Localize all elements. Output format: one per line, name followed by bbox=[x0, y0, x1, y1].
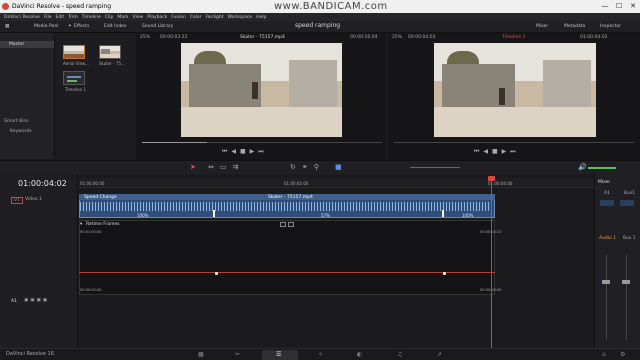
timeline-timecode[interactable]: 01:00:04:02 bbox=[18, 179, 67, 188]
inspector-button[interactable]: Inspector bbox=[600, 24, 621, 29]
media-pool-icon[interactable]: ▦ bbox=[5, 24, 9, 29]
resolve-logo-icon bbox=[2, 3, 9, 10]
speed-point-1[interactable] bbox=[213, 210, 215, 217]
retime-curve-panel[interactable] bbox=[79, 220, 495, 295]
source-timecode-left: 00:00:03:22 bbox=[160, 35, 188, 40]
source-zoom[interactable]: 25% bbox=[140, 35, 150, 40]
clip-thumbnail-skater[interactable] bbox=[99, 45, 121, 59]
edit-tools-icons[interactable]: ⇔▭⇉ bbox=[208, 163, 244, 171]
speed-segment-3[interactable]: 100% bbox=[462, 213, 473, 218]
video-track-name: Video 1 bbox=[25, 197, 42, 202]
playhead-handle[interactable] bbox=[488, 176, 495, 181]
mixer-channel-a1: A1 bbox=[604, 191, 610, 196]
timeline-transport-controls[interactable]: ⏮◀■▶⏭ bbox=[474, 148, 520, 156]
video-track-label[interactable]: V1 bbox=[11, 197, 23, 204]
flag-icon[interactable]: ■ bbox=[335, 163, 342, 171]
snap-link-icons[interactable]: ↻⚭⚲ bbox=[290, 163, 325, 171]
speed-point-2[interactable] bbox=[442, 210, 444, 217]
audio-track-buttons[interactable]: ▣▣▣▣ bbox=[24, 298, 49, 303]
clip-thumbnail-aerial[interactable] bbox=[63, 45, 85, 59]
smart-bins-label: Smart Bins bbox=[4, 119, 29, 124]
retime-keyframe-2[interactable] bbox=[443, 272, 446, 275]
edit-index-button[interactable]: Edit Index bbox=[104, 24, 127, 29]
media-pool: Aerial View... Skater - 75... Timeline 1 bbox=[55, 33, 135, 159]
timeline-thumbnail[interactable] bbox=[63, 71, 85, 85]
retime-tc-bottom-start: 00:00:00:00 bbox=[80, 288, 102, 292]
speed-segment-2[interactable]: 57% bbox=[321, 213, 330, 218]
timeline-ruler[interactable] bbox=[78, 178, 594, 188]
audio-track-label[interactable]: A1 bbox=[11, 299, 17, 304]
timeline-video-frame bbox=[434, 43, 596, 137]
bandicam-watermark: www.BANDICAM.com bbox=[274, 1, 388, 12]
source-video-frame bbox=[181, 43, 342, 137]
media-bins-sidebar: Master Smart Bins Keywords bbox=[0, 33, 55, 159]
app-version: DaVinci Resolve 16 bbox=[6, 351, 54, 357]
volume-slider[interactable] bbox=[588, 167, 616, 169]
ruler-tick-1: 01:00:02:00 bbox=[284, 181, 309, 186]
mixer-channel-bus1: Bus1 bbox=[624, 191, 636, 196]
project-title: speed ramping bbox=[295, 22, 341, 29]
mixer-audio1-label: Audio 1 bbox=[599, 236, 617, 241]
color-page-icon[interactable]: ◐ bbox=[357, 351, 362, 358]
timeline-zoom[interactable]: 25% bbox=[392, 35, 402, 40]
minimize-button[interactable]: — bbox=[598, 0, 612, 13]
timeline-viewer-timecode-right: 01:00:04:02 bbox=[580, 35, 608, 40]
retime-close-icon[interactable] bbox=[288, 222, 294, 227]
retime-collapse-icon[interactable]: ▾ bbox=[80, 222, 82, 227]
playhead[interactable] bbox=[491, 178, 492, 348]
source-transport-controls[interactable]: ⏮◀■▶⏭ bbox=[222, 148, 268, 156]
timeline-scrubber[interactable] bbox=[394, 142, 634, 143]
source-clip-name[interactable]: Skater - 75157.mp4 bbox=[240, 35, 285, 40]
clip-waveform bbox=[80, 202, 494, 211]
window-title: DaVinci Resolve - speed ramping bbox=[12, 3, 111, 10]
clip-name-skater: Skater - 75... bbox=[99, 61, 125, 66]
mixer-eq-a1[interactable] bbox=[600, 200, 614, 206]
zoom-slider[interactable] bbox=[410, 167, 460, 168]
speed-change-label: Speed Change bbox=[84, 195, 117, 200]
maximize-button[interactable]: ☐ bbox=[612, 0, 626, 13]
mixer-bus1-label: Bus 1 bbox=[623, 236, 636, 241]
cut-page-icon[interactable]: ✂ bbox=[235, 351, 240, 358]
mixer-eq-bus1[interactable] bbox=[620, 200, 634, 206]
ruler-tick-0: 01:00:00:00 bbox=[80, 181, 105, 186]
fusion-page-icon[interactable]: ✧ bbox=[318, 351, 323, 358]
sound-library-button[interactable]: Sound Library bbox=[142, 24, 173, 29]
retime-options-icon[interactable] bbox=[280, 222, 286, 227]
fader-track-bus1 bbox=[626, 255, 627, 340]
retime-tc-start: 00:01:00:00 bbox=[80, 230, 102, 234]
fader-a1[interactable] bbox=[602, 280, 610, 284]
speed-segment-1[interactable]: 100% bbox=[137, 213, 148, 218]
edit-page-icon[interactable]: ☰ bbox=[276, 351, 281, 358]
timeline-thumbnail-name: Timeline 1 bbox=[65, 87, 86, 92]
settings-gear-icon[interactable]: ⚙ bbox=[620, 351, 625, 358]
clip-name-aerial: Aerial View... bbox=[63, 61, 89, 66]
effects-icon[interactable]: ✦ bbox=[68, 24, 72, 29]
media-pool-button[interactable]: Media Pool bbox=[34, 24, 58, 29]
media-page-icon[interactable]: ▦ bbox=[198, 351, 204, 358]
source-timecode-right: 00:00:16:04 bbox=[350, 35, 378, 40]
clip-name: Skater - 75157.mp4 bbox=[268, 195, 313, 200]
fader-track-a1 bbox=[606, 255, 607, 340]
effects-button[interactable]: Effects bbox=[74, 24, 89, 29]
retime-frames-label[interactable]: Retime Frames bbox=[86, 222, 120, 227]
close-button[interactable]: ✕ bbox=[626, 0, 640, 13]
project-manager-icon[interactable]: ⌂ bbox=[602, 351, 606, 358]
mixer-button[interactable]: Mixer bbox=[536, 24, 548, 29]
selection-tool-icon[interactable]: ➤ bbox=[190, 163, 196, 171]
volume-icon[interactable]: 🔊 bbox=[578, 163, 587, 171]
source-scrubber-progress bbox=[142, 142, 207, 143]
retime-curve-line[interactable] bbox=[79, 272, 495, 273]
master-bin-label: Master bbox=[9, 42, 25, 47]
metadata-button[interactable]: Metadata bbox=[564, 24, 585, 29]
fairlight-page-icon[interactable]: ♫ bbox=[397, 351, 402, 358]
retime-keyframe-1[interactable] bbox=[215, 272, 218, 275]
fader-bus1[interactable] bbox=[622, 280, 630, 284]
timeline-viewer-timecode-left: 00:00:04:03 bbox=[408, 35, 436, 40]
mixer-title: Mixer bbox=[598, 180, 611, 185]
deliver-page-icon[interactable]: ➚ bbox=[437, 351, 442, 358]
keywords-bin[interactable]: Keywords bbox=[10, 129, 32, 134]
timeline-viewer-name[interactable]: Timeline 1 bbox=[502, 35, 525, 40]
